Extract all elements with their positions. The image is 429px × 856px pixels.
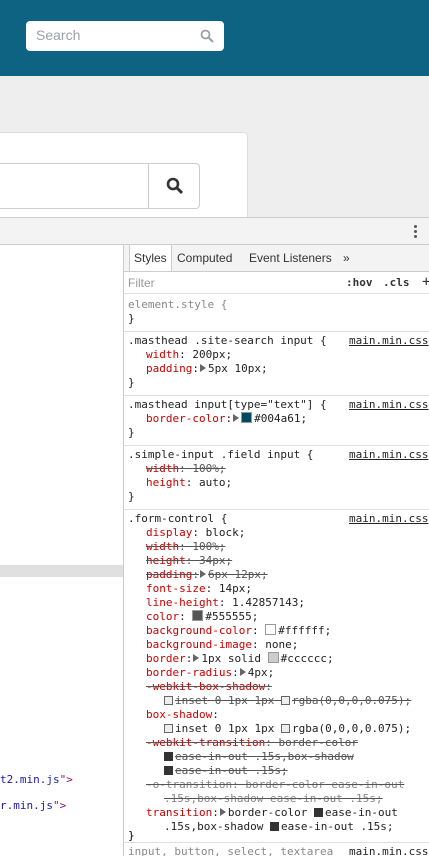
expand-triangle-icon[interactable] bbox=[199, 570, 206, 578]
style-property[interactable]: line-height: 1.42857143; bbox=[146, 596, 305, 610]
rule-source-link[interactable]: main.min.css bbox=[349, 845, 428, 856]
rule-source-link[interactable]: main.min.css bbox=[349, 398, 428, 411]
style-rule: input, button, select, textarea main.min… bbox=[124, 842, 429, 856]
style-value-line: ease-in-out .15s; bbox=[164, 764, 288, 778]
style-value-line: ease-in-out .15s,box-shadow bbox=[164, 750, 354, 764]
easing-editor-icon[interactable] bbox=[164, 752, 173, 761]
style-property[interactable]: font-size: 14px; bbox=[146, 582, 252, 596]
tab-event-listeners[interactable]: Event Listeners bbox=[245, 245, 336, 271]
search-icon bbox=[200, 29, 214, 43]
site-search-input[interactable]: Search bbox=[26, 21, 224, 51]
rule-selector[interactable]: .form-control { bbox=[128, 512, 227, 526]
style-property-overridden[interactable]: padding: 6px 12px; bbox=[146, 568, 268, 582]
style-property[interactable]: height: auto; bbox=[146, 476, 232, 490]
color-swatch[interactable] bbox=[280, 724, 290, 733]
style-property-overridden[interactable]: width: 100%; bbox=[146, 540, 226, 554]
filter-input[interactable]: Filter bbox=[128, 276, 155, 290]
rule-close: } bbox=[128, 426, 135, 439]
style-property[interactable]: background-color: #ffffff; bbox=[146, 624, 331, 638]
style-property-overridden[interactable]: height: 34px; bbox=[146, 554, 232, 568]
tab-computed[interactable]: Computed bbox=[173, 245, 236, 271]
style-property[interactable]: box-shadow: bbox=[146, 708, 219, 722]
selected-node-highlight bbox=[0, 565, 123, 577]
style-property[interactable]: background-image: none; bbox=[146, 638, 298, 652]
more-tabs-chevron-icon[interactable]: » bbox=[339, 245, 354, 271]
style-property[interactable]: width: 200px; bbox=[146, 348, 232, 362]
expand-triangle-icon[interactable] bbox=[233, 414, 240, 422]
style-property[interactable]: transition: border-color ease-in-out bbox=[146, 806, 398, 820]
style-rule: .masthead input[type="text"] { main.min.… bbox=[124, 395, 429, 446]
style-value-line: .15s,box-shadow ease-in-out .15s; bbox=[164, 820, 394, 833]
rule-close: } bbox=[128, 829, 135, 842]
rule-close: } bbox=[128, 312, 135, 325]
search-submit-button[interactable] bbox=[149, 164, 200, 208]
color-swatch[interactable] bbox=[267, 652, 279, 663]
rule-source-link[interactable]: main.min.css bbox=[349, 334, 428, 347]
tab-styles[interactable]: Styles bbox=[129, 245, 172, 271]
new-rule-plus-icon[interactable]: + bbox=[422, 274, 429, 290]
rule-selector[interactable]: .masthead input[type="text"] { bbox=[128, 398, 327, 412]
style-property[interactable]: display: block; bbox=[146, 526, 245, 540]
rule-selector[interactable]: .masthead .site-search input { bbox=[128, 334, 327, 348]
search-placeholder: Search bbox=[36, 27, 81, 43]
style-property-overridden[interactable]: -o-transition: border-color ease-in-out bbox=[146, 778, 404, 792]
shadow-editor-icon[interactable] bbox=[164, 724, 173, 733]
easing-editor-icon[interactable] bbox=[313, 808, 323, 817]
style-property[interactable]: border-color: #004a61; bbox=[146, 412, 307, 426]
styles-filter-row: Filter :hov .cls + bbox=[124, 272, 429, 294]
more-options-icon[interactable] bbox=[409, 224, 421, 240]
style-property-overridden[interactable]: -webkit-transition: border-color bbox=[146, 736, 358, 750]
easing-editor-icon[interactable] bbox=[164, 766, 173, 775]
style-rule-element: element.style { } bbox=[124, 295, 429, 332]
color-swatch[interactable] bbox=[241, 412, 253, 423]
script-src-link[interactable]: r.min.js"> bbox=[0, 799, 66, 812]
hov-toggle[interactable]: :hov bbox=[346, 276, 373, 289]
masthead: Search bbox=[0, 0, 429, 76]
color-swatch[interactable] bbox=[280, 696, 290, 705]
page-content bbox=[0, 76, 429, 232]
style-property[interactable]: border-radius: 4px; bbox=[146, 666, 274, 680]
rule-selector[interactable]: element.style { bbox=[128, 298, 227, 312]
script-src-link[interactable]: t2.min.js"> bbox=[0, 773, 73, 786]
styles-tabs: Styles Computed Event Listeners » bbox=[124, 245, 429, 272]
style-property[interactable]: padding: 5px 10px; bbox=[146, 362, 268, 376]
expand-triangle-icon[interactable] bbox=[193, 654, 200, 662]
style-value-line: .15s,box-shadow ease-in-out .15s; bbox=[164, 792, 383, 805]
elements-tree[interactable]: t2.min.js"> r.min.js"> bbox=[0, 245, 123, 856]
rule-selector[interactable]: .simple-input .field input { bbox=[128, 448, 313, 462]
shadow-editor-icon[interactable] bbox=[164, 696, 173, 705]
main-search-field[interactable] bbox=[0, 163, 200, 209]
rule-close: } bbox=[128, 490, 135, 503]
style-rule: .form-control { main.min.css display: bl… bbox=[124, 509, 429, 843]
color-swatch[interactable] bbox=[265, 624, 277, 635]
devtools-toolbar bbox=[0, 218, 429, 245]
rule-source-link[interactable]: main.min.css bbox=[349, 512, 428, 525]
style-property-overridden[interactable]: width: 100%; bbox=[146, 462, 226, 476]
styles-pane: Styles Computed Event Listeners » Filter… bbox=[124, 245, 429, 856]
style-property[interactable]: border: 1px solid #cccccc; bbox=[146, 652, 334, 666]
style-rule: .simple-input .field input { main.min.cs… bbox=[124, 445, 429, 510]
rule-close: } bbox=[128, 376, 135, 389]
expand-triangle-icon[interactable] bbox=[219, 808, 226, 816]
cls-toggle[interactable]: .cls bbox=[383, 276, 410, 289]
easing-editor-icon[interactable] bbox=[269, 822, 279, 831]
color-swatch[interactable] bbox=[192, 610, 204, 621]
expand-triangle-icon[interactable] bbox=[239, 668, 246, 676]
devtools-panel: t2.min.js"> r.min.js"> Styles Computed E… bbox=[0, 217, 429, 856]
style-value-line: inset 0 1px 1px rgba(0,0,0,0.075); bbox=[164, 722, 411, 736]
style-property[interactable]: color: #555555; bbox=[146, 610, 258, 624]
style-rule: .masthead .site-search input { main.min.… bbox=[124, 331, 429, 396]
expand-triangle-icon[interactable] bbox=[199, 364, 206, 372]
rule-selector[interactable]: input, button, select, textarea bbox=[128, 845, 333, 856]
search-icon bbox=[166, 177, 183, 195]
style-property-overridden[interactable]: -webkit-box-shadow: bbox=[146, 680, 272, 694]
style-value-line: inset 0 1px 1px rgba(0,0,0,0.075); bbox=[164, 694, 411, 708]
rule-source-link[interactable]: main.min.css bbox=[349, 448, 428, 461]
